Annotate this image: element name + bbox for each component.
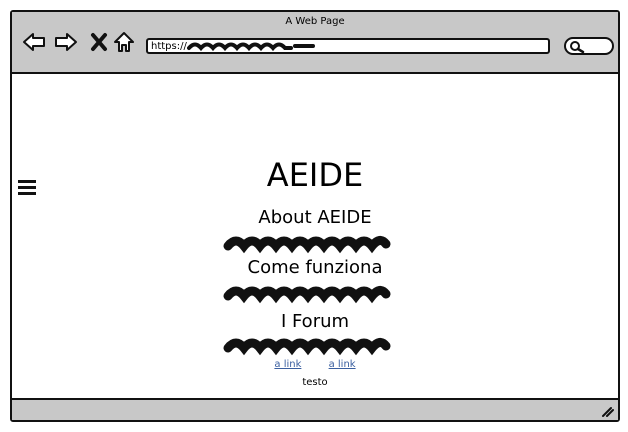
window-title: A Web Page <box>285 16 345 27</box>
section-heading-forums: I Forum <box>280 311 350 332</box>
url-bar[interactable]: https:// <box>146 38 550 54</box>
section-heading-how-it-works: Come funziona <box>247 257 383 278</box>
redacted-text-blot <box>223 236 391 254</box>
search-icon <box>570 41 585 54</box>
browser-toolbar: A Web Page https:// <box>12 12 618 74</box>
arrow-right-icon[interactable] <box>54 30 78 54</box>
redacted-text-blot <box>223 338 391 356</box>
browser-window: A Web Page https:// AEIDE About AEIDE Co… <box>10 10 620 422</box>
url-scribble <box>186 42 315 52</box>
home-icon[interactable] <box>112 30 136 54</box>
redacted-text-blot <box>223 286 391 304</box>
section-heading-about: About AEIDE <box>258 207 372 228</box>
link-2[interactable]: a link <box>329 359 356 370</box>
arrow-left-icon[interactable] <box>22 30 46 54</box>
link-1[interactable]: a link <box>274 359 301 370</box>
page-content: AEIDE About AEIDE Come funziona I Forum … <box>12 74 618 398</box>
search-field[interactable] <box>564 37 614 55</box>
page-title: AEIDE <box>266 156 364 194</box>
url-prefix: https:// <box>151 40 187 52</box>
footer-text: testo <box>302 377 328 388</box>
status-bar <box>12 398 618 420</box>
link-row: a link a link <box>12 359 618 370</box>
resize-grip-icon[interactable] <box>600 405 614 417</box>
close-icon[interactable] <box>88 30 112 54</box>
